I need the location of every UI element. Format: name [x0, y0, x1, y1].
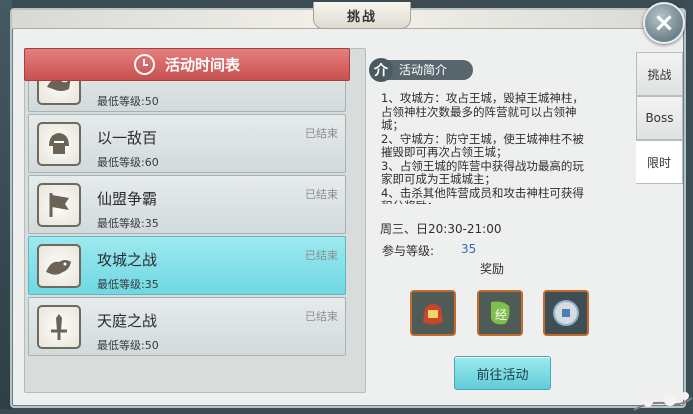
intro-badge: 介	[369, 58, 393, 82]
event-name: 以一敌百	[97, 129, 158, 147]
event-status: 已结束	[305, 310, 338, 323]
side-tabs: 挑战 Boss 限时	[636, 46, 683, 366]
event-description: 1、攻城方：攻占王城，毁掉王城神柱，占领神柱次数最多的阵营就可以占领神城； 2、…	[381, 92, 584, 204]
event-min-level: 最低等级:60	[97, 156, 159, 169]
event-list[interactable]: 最低等级:50 以一敌百 最低等级:60 已结束 仙盟争霸 最低等级:35 已结…	[28, 81, 346, 389]
event-min-level: 最低等级:35	[97, 278, 159, 291]
intro-title: 活动简介	[379, 60, 473, 80]
event-status: 已结束	[305, 188, 338, 201]
schedule-header-label: 活动时间表	[164, 56, 240, 74]
join-level-label: 参与等级:	[382, 244, 435, 258]
go-to-event-button[interactable]: 前往活动	[454, 356, 551, 390]
close-button[interactable]: ×	[643, 2, 685, 44]
event-item[interactable]: 仙盟争霸 最低等级:35 已结束	[28, 175, 346, 234]
svg-text:经: 经	[495, 308, 507, 322]
sword-icon	[37, 305, 81, 349]
event-item[interactable]: 最低等级:50	[28, 81, 346, 112]
event-name: 攻城之战	[97, 251, 158, 269]
schedule-header: 活动时间表	[24, 48, 350, 81]
event-status: 已结束	[305, 127, 338, 140]
join-level-value: 35	[461, 242, 477, 256]
event-status: 已结束	[305, 249, 338, 262]
event-item[interactable]: 天庭之战 最低等级:50 已结束	[28, 297, 346, 356]
event-item-selected[interactable]: 攻城之战 最低等级:35 已结束	[28, 236, 346, 295]
tab-boss[interactable]: Boss	[636, 96, 683, 140]
tab-challenge[interactable]: 挑战	[636, 52, 683, 96]
banner-icon	[37, 183, 81, 227]
dragon-icon	[37, 81, 81, 105]
event-name: 天庭之战	[97, 312, 158, 330]
reward-title: 奖励	[480, 262, 505, 276]
coin-icon[interactable]	[543, 290, 589, 336]
event-min-level: 最低等级:50	[97, 339, 159, 352]
gift-pouch-icon[interactable]	[410, 290, 456, 336]
exp-scroll-icon[interactable]: 经	[477, 290, 523, 336]
event-min-level: 最低等级:50	[97, 95, 159, 108]
event-item[interactable]: 以一敌百 最低等级:60 已结束	[28, 114, 346, 173]
helmet-icon	[37, 122, 81, 166]
clock-icon	[133, 54, 155, 75]
challenge-window: 挑战 × 活动时间表 最低等级:50 以一敌百 最低等级:60 已结束 仙盟争霸…	[10, 2, 693, 411]
tab-limited[interactable]: 限时	[636, 140, 683, 184]
event-name: 仙盟争霸	[97, 190, 158, 208]
event-min-level: 最低等级:35	[97, 217, 159, 230]
event-time: 周三、日20:30-21:00	[380, 222, 502, 236]
beast-icon	[37, 244, 81, 288]
window-title: 挑战	[313, 2, 411, 29]
